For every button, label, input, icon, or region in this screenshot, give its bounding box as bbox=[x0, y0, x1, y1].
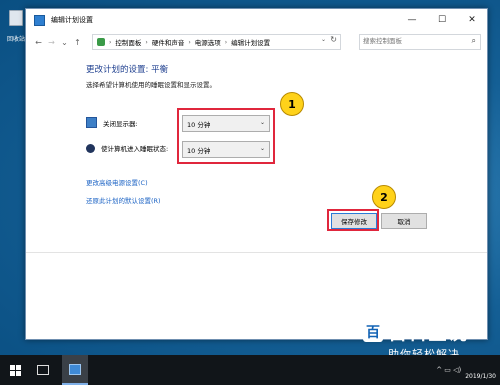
control-panel-app-icon bbox=[69, 363, 81, 375]
display-off-row: 关闭显示器: bbox=[86, 117, 138, 128]
taskbar-app-control-panel[interactable] bbox=[62, 355, 88, 385]
step-badge-2: 2 bbox=[372, 185, 396, 209]
recycle-bin-icon bbox=[9, 10, 23, 26]
window-title: 编辑计划设置 bbox=[51, 16, 93, 24]
highlight-box-1 bbox=[177, 108, 275, 164]
sleep-moon-icon bbox=[86, 143, 95, 153]
sleep-row: 使计算机进入睡眠状态: bbox=[86, 143, 168, 153]
task-view-button[interactable] bbox=[30, 355, 56, 385]
cancel-button[interactable]: 取消 bbox=[381, 213, 427, 229]
up-arrow-icon[interactable]: ↑ bbox=[71, 36, 84, 49]
display-off-label: 关闭显示器: bbox=[103, 119, 138, 128]
window-controls: — ☐ ✕ bbox=[397, 9, 487, 31]
address-dropdown-icon[interactable]: ⌄ bbox=[321, 36, 326, 43]
search-input[interactable] bbox=[363, 35, 459, 47]
windows-logo-icon bbox=[9, 364, 21, 376]
minimize-button[interactable]: — bbox=[397, 9, 427, 31]
power-options-icon bbox=[34, 14, 45, 26]
start-button[interactable] bbox=[0, 355, 30, 385]
breadcrumb-hardware-sound[interactable]: 硬件和声音 bbox=[152, 37, 185, 47]
breadcrumb-separator: › bbox=[145, 38, 148, 46]
tray-icons[interactable]: ^ ▭ ◁) bbox=[436, 366, 461, 374]
system-tray: ^ ▭ ◁) 2019/1/30 bbox=[436, 355, 496, 385]
watermark-mark: 百 bbox=[363, 321, 383, 342]
taskbar: ^ ▭ ◁) 2019/1/30 bbox=[0, 355, 500, 385]
back-arrow-icon[interactable]: ← bbox=[32, 36, 45, 49]
watermark-title: 百科全说 bbox=[388, 322, 469, 344]
address-row: ← → ⌄ ↑ › 控制面板 › 硬件和声音 › 电源选项 › 编辑计划设置 ⌄… bbox=[26, 31, 487, 53]
recycle-bin-label: 回收站 bbox=[6, 36, 25, 43]
sleep-label: 使计算机进入睡眠状态: bbox=[101, 145, 169, 153]
plan-settings-content: 更改计划的设置: 平衡 选择希望计算机使用的睡眠设置和显示设置。 关闭显示器: … bbox=[26, 53, 487, 339]
control-panel-icon bbox=[97, 38, 105, 46]
refresh-icon[interactable]: ↻ bbox=[330, 35, 337, 44]
clock-date[interactable]: 2019/1/30 bbox=[465, 373, 496, 380]
restore-defaults-link[interactable]: 还原此计划的默认设置(R) bbox=[86, 195, 161, 205]
breadcrumb-separator: › bbox=[109, 38, 112, 46]
divider bbox=[26, 252, 487, 253]
page-title: 更改计划的设置: 平衡 bbox=[86, 65, 169, 75]
task-view-icon bbox=[37, 365, 49, 375]
watermark-logo: 百 百科全说 bbox=[363, 318, 493, 345]
search-icon[interactable]: ⌕ bbox=[472, 36, 476, 46]
breadcrumb-control-panel[interactable]: 控制面板 bbox=[115, 37, 141, 47]
step-badge-1: 1 bbox=[280, 92, 304, 116]
address-bar[interactable]: › 控制面板 › 硬件和声音 › 电源选项 › 编辑计划设置 ⌄ ↻ bbox=[92, 34, 341, 50]
breadcrumb-separator: › bbox=[224, 38, 228, 46]
breadcrumb-edit-plan[interactable]: 编辑计划设置 bbox=[231, 37, 270, 47]
highlight-box-2 bbox=[327, 209, 379, 231]
title-bar[interactable]: 编辑计划设置 — ☐ ✕ bbox=[26, 9, 487, 31]
monitor-icon bbox=[86, 117, 97, 128]
breadcrumb-separator: › bbox=[188, 38, 191, 46]
breadcrumb-power-options[interactable]: 电源选项 bbox=[195, 37, 221, 47]
maximize-button[interactable]: ☐ bbox=[427, 9, 457, 31]
forward-arrow-icon[interactable]: → bbox=[45, 36, 58, 49]
recent-locations-chevron-icon[interactable]: ⌄ bbox=[58, 36, 71, 49]
edit-plan-settings-window: 编辑计划设置 — ☐ ✕ ← → ⌄ ↑ › 控制面板 › 硬件和声音 › 电源… bbox=[25, 8, 488, 340]
close-button[interactable]: ✕ bbox=[457, 9, 487, 31]
recycle-bin[interactable]: 回收站 bbox=[6, 10, 26, 43]
advanced-power-settings-link[interactable]: 更改高级电源设置(C) bbox=[86, 177, 148, 187]
search-box[interactable]: ⌕ bbox=[359, 34, 481, 50]
page-subtitle: 选择希望计算机使用的睡眠设置和显示设置。 bbox=[86, 81, 216, 89]
